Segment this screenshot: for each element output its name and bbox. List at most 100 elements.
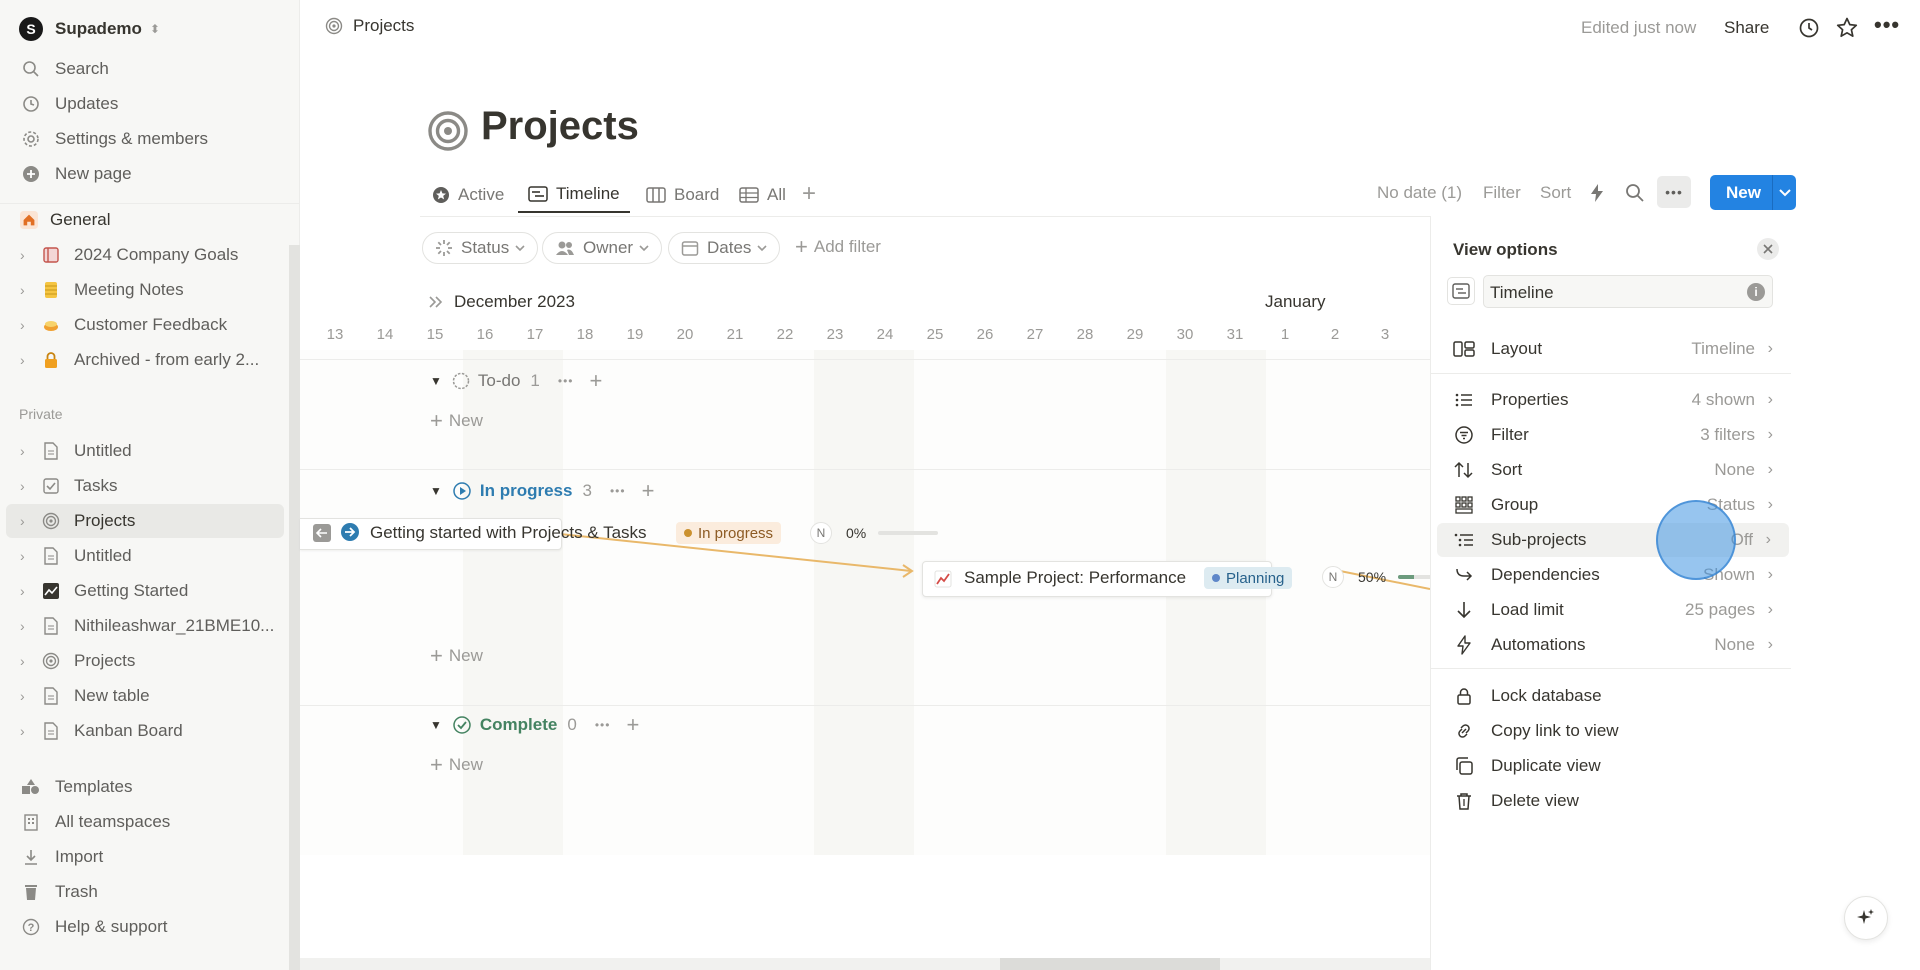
history-icon[interactable] — [1798, 17, 1820, 39]
item-title[interactable]: Sample Project: Performance — [964, 568, 1186, 588]
owner-filter[interactable]: Owner — [542, 232, 663, 264]
search-icon[interactable] — [1625, 183, 1645, 203]
chevron-right-icon[interactable]: › — [20, 443, 34, 459]
tab-all[interactable]: All — [739, 177, 786, 213]
sidebar-updates[interactable]: Updates — [19, 87, 118, 121]
chevron-right-icon[interactable]: › — [20, 282, 34, 298]
sidebar-trash[interactable]: Trash — [19, 875, 98, 909]
option-sort[interactable]: Sort None › — [1431, 453, 1791, 487]
chevron-right-icon[interactable]: › — [20, 352, 34, 368]
option-sub-projects[interactable]: Sub-projects Off › — [1437, 523, 1789, 557]
sidebar-import[interactable]: Import — [19, 840, 103, 874]
action-copy-link[interactable]: Copy link to view — [1431, 714, 1791, 748]
sidebar-item-label: Kanban Board — [74, 721, 183, 740]
chevron-right-icon[interactable]: › — [20, 583, 34, 599]
workspace-switcher[interactable]: S Supademo ⬍ — [19, 14, 160, 44]
add-view-button[interactable]: + — [802, 180, 816, 208]
sidebar-item-new-table[interactable]: › New table — [0, 679, 284, 713]
action-delete-view[interactable]: Delete view — [1431, 784, 1791, 818]
chevron-right-icon[interactable]: › — [20, 317, 34, 333]
view-name-input[interactable]: Timeline i — [1483, 275, 1773, 308]
chevron-right-icon[interactable]: › — [20, 478, 34, 494]
plus-icon[interactable]: + — [626, 712, 639, 738]
filter-button[interactable]: Filter — [1483, 183, 1521, 203]
sidebar-item-kanban-board[interactable]: › Kanban Board — [0, 714, 284, 748]
new-row-todo[interactable]: + New — [430, 406, 483, 436]
chevron-right-icon[interactable]: › — [20, 513, 34, 529]
sidebar-item-projects-active[interactable]: › Projects — [6, 504, 284, 538]
sidebar-item-getting-started[interactable]: › Getting Started — [0, 574, 284, 608]
sidebar-item-meeting-notes[interactable]: › Meeting Notes — [0, 273, 284, 307]
sidebar-item-untitled-2[interactable]: › Untitled — [0, 539, 284, 573]
chevron-right-icon[interactable]: › — [20, 618, 34, 634]
sort-button[interactable]: Sort — [1540, 183, 1571, 203]
sidebar-search[interactable]: Search — [19, 52, 109, 86]
chevron-right-icon[interactable]: › — [20, 723, 34, 739]
option-properties[interactable]: Properties 4 shown › — [1431, 383, 1791, 417]
more-icon[interactable]: ••• — [610, 484, 626, 498]
action-lock-database[interactable]: Lock database — [1431, 679, 1791, 713]
horizontal-scrollbar[interactable] — [300, 958, 1430, 970]
triangle-down-icon[interactable]: ▼ — [430, 718, 442, 732]
more-icon[interactable]: ••• — [595, 718, 611, 732]
sidebar-scrollbar[interactable] — [289, 245, 300, 970]
owner-avatar[interactable]: N — [810, 522, 832, 544]
new-row-complete[interactable]: + New — [430, 750, 483, 780]
view-icon-picker[interactable] — [1447, 277, 1475, 305]
triangle-down-icon[interactable]: ▼ — [430, 484, 442, 498]
new-button[interactable]: New — [1710, 183, 1772, 203]
plus-icon[interactable]: + — [590, 368, 603, 394]
info-icon[interactable]: i — [1747, 283, 1765, 301]
sidebar-settings[interactable]: Settings & members — [19, 122, 208, 156]
arrow-left-icon[interactable] — [313, 524, 331, 542]
status-filter[interactable]: Status — [422, 232, 539, 264]
sidebar-templates[interactable]: Templates — [19, 770, 132, 804]
star-icon[interactable] — [1835, 16, 1859, 40]
double-chevron-icon[interactable] — [428, 295, 444, 309]
scrollbar-thumb[interactable] — [1000, 958, 1220, 970]
item-title[interactable]: Getting started with Projects & Tasks — [370, 523, 647, 543]
action-duplicate-view[interactable]: Duplicate view — [1431, 749, 1791, 783]
option-filter[interactable]: Filter 3 filters › — [1431, 418, 1791, 452]
tab-timeline[interactable]: Timeline — [518, 177, 630, 213]
plus-icon[interactable]: + — [642, 478, 655, 504]
more-icon[interactable]: ••• — [1874, 14, 1900, 36]
more-options-button[interactable]: ••• — [1657, 176, 1691, 208]
option-automations[interactable]: Automations None › — [1431, 628, 1791, 662]
tab-board[interactable]: Board — [646, 177, 719, 213]
no-date-button[interactable]: No date (1) — [1377, 183, 1462, 203]
sidebar-item-tasks[interactable]: › Tasks — [0, 469, 284, 503]
sidebar-item-archived[interactable]: › Archived - from early 2... — [0, 343, 284, 377]
chevron-right-icon[interactable]: › — [20, 653, 34, 669]
owner-avatar[interactable]: N — [1322, 566, 1344, 588]
more-icon[interactable]: ••• — [558, 374, 574, 388]
sidebar-teamspace-general[interactable]: General — [0, 203, 284, 237]
dates-filter[interactable]: Dates — [668, 232, 781, 264]
sidebar-help[interactable]: ? Help & support — [19, 910, 167, 944]
triangle-down-icon[interactable]: ▼ — [430, 374, 442, 388]
option-layout[interactable]: Layout Timeline › — [1431, 332, 1791, 366]
option-dependencies[interactable]: Dependencies Shown › — [1431, 558, 1791, 592]
sidebar-item-company-goals[interactable]: › 2024 Company Goals — [0, 238, 284, 272]
sidebar-item-nithileashwar[interactable]: › Nithileashwar_21BME10... — [0, 609, 284, 643]
new-row-in-progress[interactable]: + New — [430, 641, 483, 671]
option-group[interactable]: Group Status › — [1431, 488, 1791, 522]
chevron-right-icon[interactable]: › — [20, 548, 34, 564]
share-button[interactable]: Share — [1724, 18, 1769, 38]
ai-assistant-button[interactable] — [1844, 896, 1888, 940]
sidebar-item-untitled[interactable]: › Untitled — [0, 434, 284, 468]
breadcrumb[interactable]: Projects — [325, 16, 414, 36]
chevron-right-icon[interactable]: › — [20, 688, 34, 704]
chevron-down-icon[interactable] — [1773, 188, 1796, 197]
sidebar-all-teamspaces[interactable]: All teamspaces — [19, 805, 170, 839]
add-filter-button[interactable]: + Add filter — [795, 236, 881, 258]
option-load-limit[interactable]: Load limit 25 pages › — [1431, 593, 1791, 627]
sidebar-new-page[interactable]: New page — [19, 157, 132, 191]
close-icon[interactable] — [1757, 238, 1779, 260]
sidebar-item-customer-feedback[interactable]: › Customer Feedback — [0, 308, 284, 342]
chevron-right-icon[interactable]: › — [20, 247, 34, 263]
tab-active[interactable]: Active — [432, 177, 504, 213]
automation-icon[interactable] — [1590, 183, 1604, 203]
sidebar-item-projects-2[interactable]: › Projects — [0, 644, 284, 678]
sidebar-item-label: Projects — [74, 651, 136, 670]
